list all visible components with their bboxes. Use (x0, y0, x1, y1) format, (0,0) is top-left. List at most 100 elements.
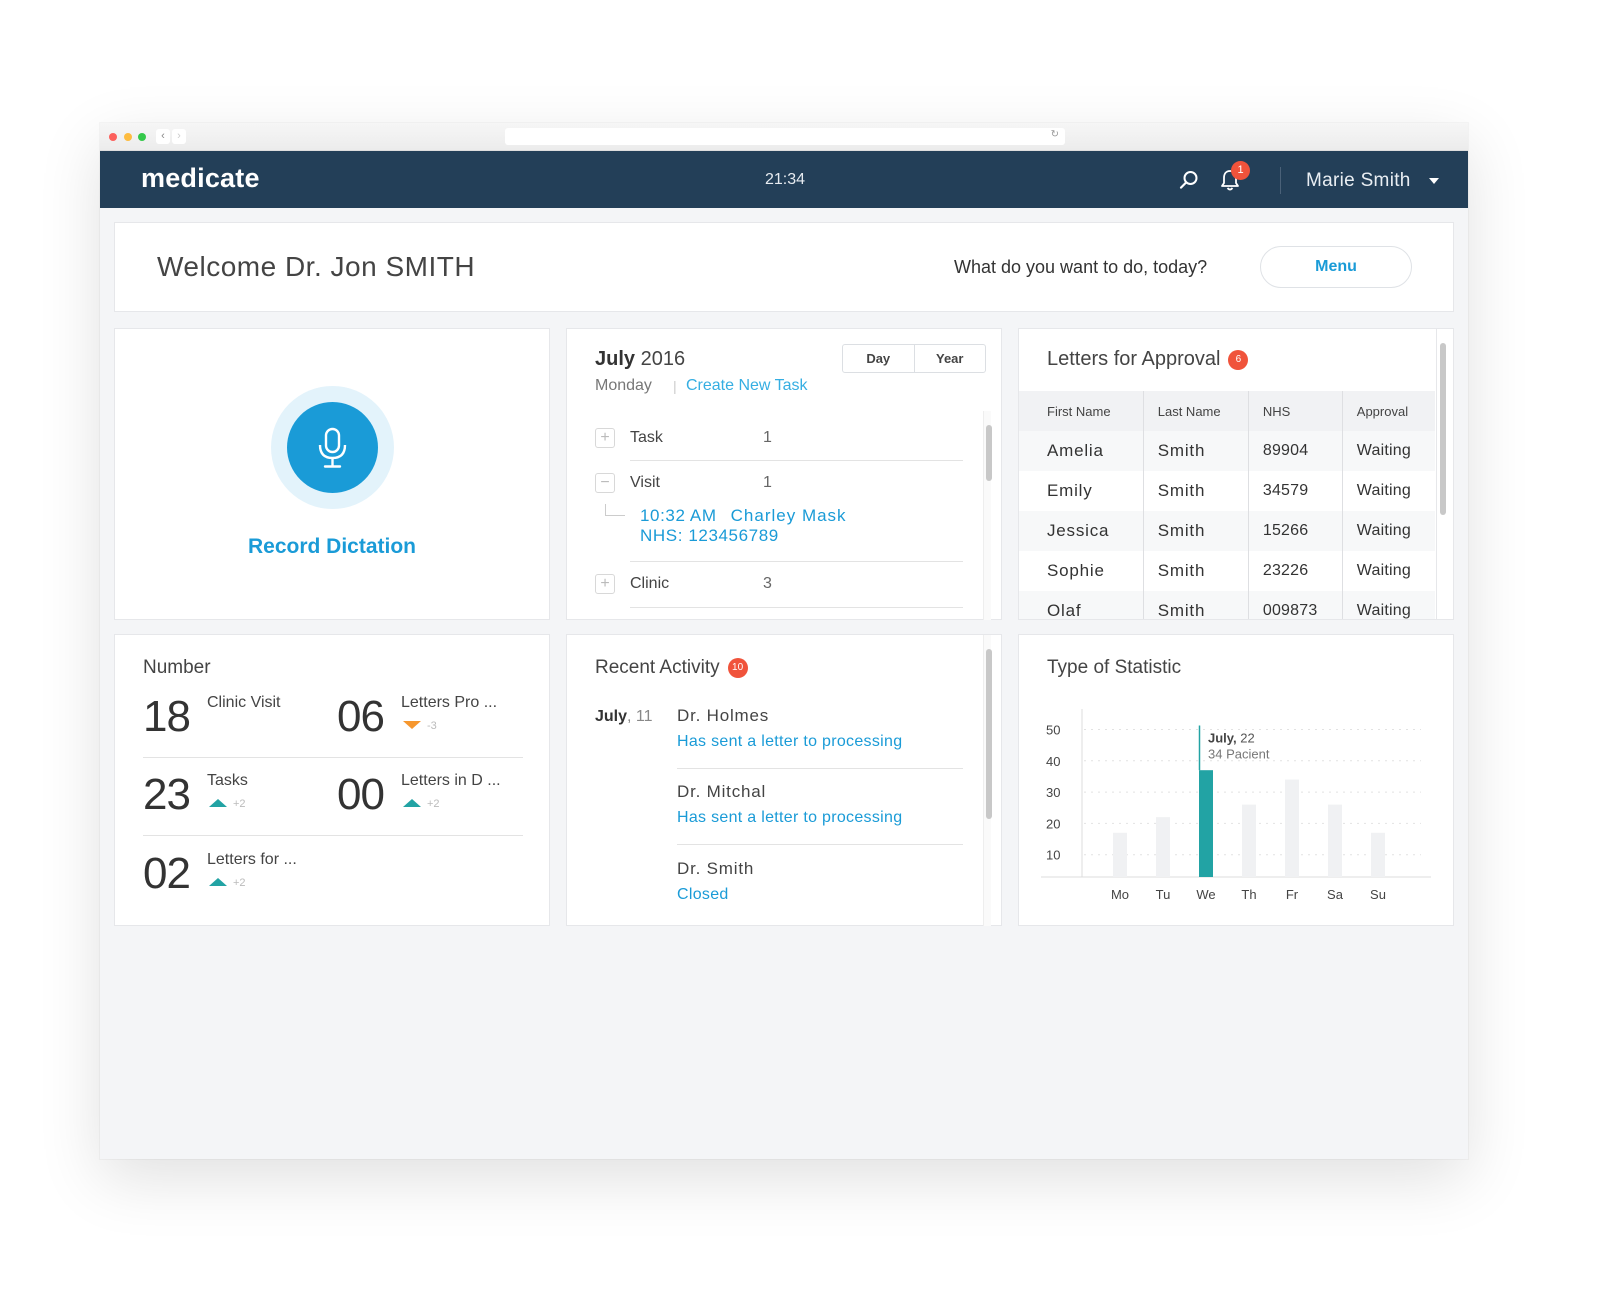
expand-icon[interactable]: + (595, 574, 615, 594)
statistic-chart: 10 20 30 40 50 Mo Tu We July, 2234 Pacient Th Fr Sa… (1041, 709, 1431, 902)
calendar-weekday: Monday (595, 377, 652, 394)
divider (677, 844, 963, 845)
forward-button[interactable]: › (172, 129, 186, 144)
divider (630, 607, 963, 608)
x-tick-label: Th (1241, 887, 1256, 902)
record-dictation-label[interactable]: Record Dictation (115, 535, 549, 559)
row-count: 3 (763, 575, 772, 592)
table-row[interactable]: Sophie Smith 23226 Waiting (1019, 551, 1435, 591)
separator: | (673, 378, 677, 394)
bar-tu (1156, 817, 1170, 877)
nhs-cell: 009873 (1248, 591, 1343, 619)
year-label: 2016 (640, 348, 686, 370)
activity-what[interactable]: Has sent a letter to processing (677, 733, 963, 751)
search-icon[interactable] (1178, 169, 1200, 191)
column-nhs[interactable]: NHS (1248, 391, 1343, 431)
column-first-name[interactable]: First Name (1019, 391, 1144, 431)
user-menu[interactable]: Marie Smith (1306, 170, 1411, 192)
statistic-card: Type of Statistic 10 20 30 40 50 Mo Tu We July, … (1018, 634, 1454, 926)
activity-item[interactable]: Dr. Smith Closed (677, 859, 963, 904)
table-row[interactable]: Amelia Smith 89904 Waiting (1019, 431, 1435, 471)
chevron-down-icon[interactable] (1429, 178, 1439, 184)
activity-date-day: , 11 (627, 708, 653, 725)
row-count: 1 (763, 474, 772, 491)
tab-year[interactable]: Year (913, 345, 986, 372)
divider (143, 835, 523, 836)
nhs-cell: 89904 (1248, 431, 1343, 471)
activity-what[interactable]: Has sent a letter to processing (677, 809, 963, 827)
create-new-task-link[interactable]: Create New Task (686, 377, 808, 395)
welcome-title: Welcome Dr. Jon SMITH (157, 251, 476, 282)
x-tick-label: Su (1370, 887, 1386, 902)
table-row[interactable]: Olaf Smith 009873 Waiting (1019, 591, 1435, 619)
last-name-cell: Smith (1143, 431, 1249, 471)
scrollbar[interactable] (983, 635, 992, 926)
app-logo[interactable]: medicate (141, 163, 260, 194)
visit-detail[interactable]: 10:32 AM Charley Mask NHS: 123456789 (640, 506, 847, 546)
collapse-icon[interactable]: − (595, 473, 615, 493)
scrollbar-thumb[interactable] (986, 649, 992, 819)
stat-label: Letters for ... (207, 851, 297, 868)
stat-value: 02 (143, 849, 191, 898)
scrollbar-thumb[interactable] (986, 425, 992, 481)
row-label: Clinic (630, 575, 670, 592)
close-window-button[interactable] (109, 133, 117, 141)
clock: 21:34 (765, 171, 806, 188)
numbers-card: Number 18 Clinic Visit 06 Letters Pro ..… (114, 634, 550, 926)
address-bar[interactable]: ↻ (505, 128, 1065, 145)
activity-item[interactable]: Dr. Holmes Has sent a letter to processi… (677, 706, 963, 751)
visit-time: 10:32 AM (640, 506, 717, 525)
activity-date: July, 11 (595, 708, 653, 726)
maximize-window-button[interactable] (138, 133, 146, 141)
delta-value: +2 (233, 798, 246, 810)
activity-title-text: Recent Activity (595, 657, 720, 678)
divider (630, 561, 963, 562)
scrollbar[interactable] (983, 411, 992, 620)
minimize-window-button[interactable] (124, 133, 132, 141)
table-header: First Name Last Name NHS Approval (1019, 391, 1435, 431)
visit-nhs: NHS: 123456789 (640, 526, 779, 545)
table-row[interactable]: Jessica Smith 15266 Waiting (1019, 511, 1435, 551)
table-row[interactable]: Emily Smith 34579 Waiting (1019, 471, 1435, 511)
browser-chrome: ‹ › ↻ (100, 123, 1468, 151)
column-approval[interactable]: Approval (1342, 391, 1435, 431)
activity-what[interactable]: Closed (677, 886, 963, 904)
tab-day[interactable]: Day (843, 345, 914, 372)
numbers-title: Number (143, 657, 211, 678)
last-name-cell: Smith (1143, 471, 1249, 511)
calendar-month: July 2016 (595, 348, 685, 371)
delta-value: +2 (427, 798, 440, 810)
tooltip-date: July, 22 (1208, 731, 1255, 746)
top-navigation-bar: medicate 21:34 1 Marie Smith (100, 151, 1468, 208)
reload-icon[interactable]: ↻ (1051, 129, 1059, 140)
activity-who: Dr. Smith (677, 859, 755, 878)
first-name-cell: Sophie (1019, 551, 1144, 591)
scrollbar-thumb[interactable] (1440, 343, 1446, 515)
stat-label: Letters Pro ... (401, 694, 498, 711)
approval-cell: Waiting (1342, 551, 1435, 591)
last-name-cell: Smith (1143, 511, 1249, 551)
record-dictation-button[interactable] (271, 386, 394, 509)
bar-th (1242, 804, 1256, 877)
expand-icon[interactable]: + (595, 428, 615, 448)
bar-we (1199, 770, 1213, 877)
y-tick-label: 50 (1046, 723, 1060, 738)
browser-window: ‹ › ↻ medicate 21:34 1 Marie Smith Welco… (100, 123, 1468, 1159)
record-dictation-card: Record Dictation (114, 328, 550, 620)
scrollbar[interactable] (1436, 329, 1446, 619)
bar-su (1371, 832, 1385, 877)
stat-delta: +2 (209, 877, 246, 889)
back-button[interactable]: ‹ (156, 129, 170, 144)
topbar-divider (1280, 167, 1281, 194)
approval-title-text: Letters for Approval (1047, 348, 1221, 370)
letters-for-approval-card: Letters for Approval 6 First Name Last Na… (1018, 328, 1454, 620)
x-tick-label: Tu (1156, 887, 1171, 902)
activity-item[interactable]: Dr. Mitchal Has sent a letter to process… (677, 782, 963, 827)
menu-button[interactable]: Menu (1260, 246, 1412, 288)
approval-count-badge: 6 (1228, 350, 1249, 370)
divider (630, 460, 963, 461)
column-last-name[interactable]: Last Name (1143, 391, 1249, 431)
welcome-panel: Welcome Dr. Jon SMITH What do you want t… (114, 222, 1454, 312)
x-tick-label: Fr (1286, 887, 1299, 902)
tree-connector (605, 504, 625, 516)
